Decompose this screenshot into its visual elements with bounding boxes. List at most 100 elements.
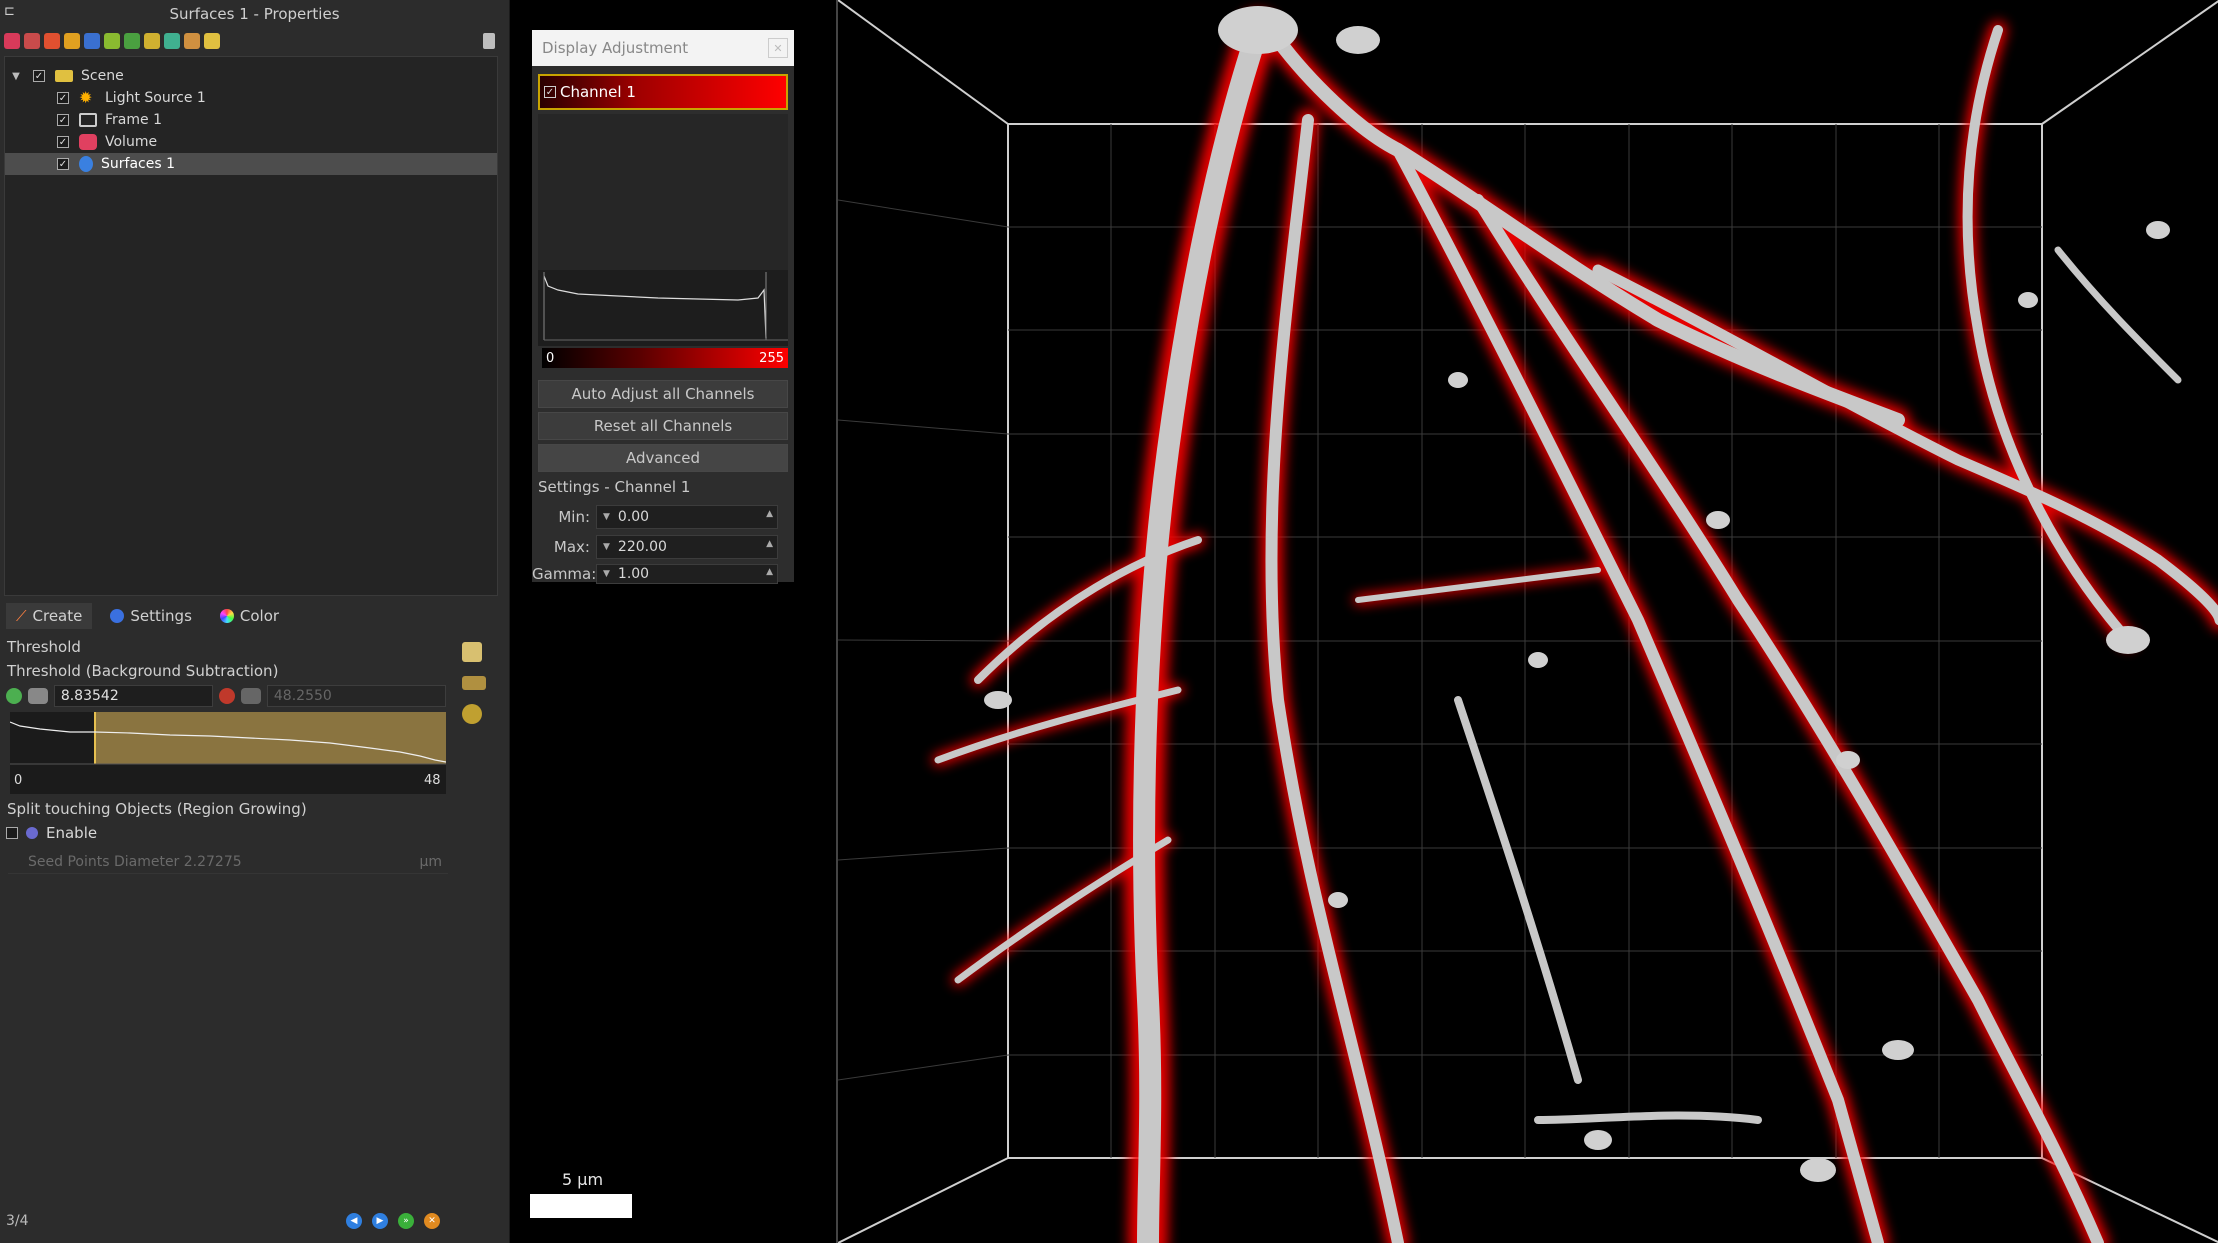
auto-threshold-high-icon[interactable] (240, 688, 261, 704)
tab-label: Create (32, 607, 83, 625)
high-threshold-input[interactable]: 48.2550 (266, 685, 447, 707)
enable-label: Enable (46, 824, 98, 842)
dropdown-icon[interactable]: ▼ (603, 542, 610, 552)
3d-viewer[interactable] (836, 0, 2218, 1243)
spinner-icon[interactable]: ▲ (766, 539, 773, 549)
checkbox[interactable]: ✓ (57, 92, 69, 104)
tab-label: Color (239, 607, 280, 625)
tree-item-frame[interactable]: ✓ Frame 1 (5, 109, 497, 131)
measure-icon[interactable] (144, 33, 160, 49)
low-threshold-input[interactable]: 8.83542 (53, 685, 214, 707)
render-canvas[interactable] (838, 0, 2218, 1243)
spinner-icon[interactable]: ▲ (766, 509, 773, 519)
seed-diameter-label: Seed Points Diameter 2.27275 (28, 853, 242, 870)
min-value: 0.00 (617, 509, 650, 525)
high-threshold-toggle-icon[interactable] (219, 688, 235, 704)
channel-histogram[interactable] (538, 270, 788, 346)
chevron-down-icon[interactable]: ▼ (9, 71, 23, 82)
max-label: Max: (553, 538, 590, 556)
channel-list-area (538, 114, 788, 270)
range-min-label: 0 (546, 350, 555, 366)
threshold-subtitle: Threshold (Background Subtraction) (7, 662, 279, 680)
advanced-button[interactable]: Advanced (538, 444, 788, 472)
close-icon[interactable]: ✕ (768, 38, 788, 58)
channel-row[interactable]: ✓ Channel 1 (538, 74, 788, 110)
gamma-input[interactable]: ▼ 1.00 ▲ (596, 564, 778, 584)
tab-settings[interactable]: Settings (100, 603, 202, 629)
tree-item-label: Scene (81, 68, 124, 84)
spots-icon[interactable] (64, 33, 80, 49)
min-input[interactable]: ▼ 0.00 ▲ (596, 505, 778, 529)
next-icon[interactable]: ▶ (372, 1213, 388, 1229)
auto-threshold-icon[interactable] (27, 688, 48, 704)
notebook-icon[interactable] (462, 642, 482, 662)
dropdown-icon[interactable]: ▼ (603, 512, 610, 522)
object-toolbar (0, 28, 509, 54)
favorite-icon[interactable] (462, 704, 482, 724)
collapse-icon[interactable]: ⊏ (4, 4, 15, 19)
gamma-label: Gamma: (532, 565, 597, 583)
panel-header: ⊏ Surfaces 1 - Properties (0, 0, 509, 28)
settings-icon (110, 609, 125, 623)
leaf-icon[interactable] (124, 33, 140, 49)
channel-label: Channel 1 (560, 83, 636, 101)
tab-create[interactable]: ⟋ Create (6, 603, 93, 629)
enable-row[interactable]: Enable (6, 824, 97, 842)
threshold-histogram[interactable]: 0 48 (9, 712, 447, 794)
display-adjustment-titlebar: Display Adjustment ✕ (532, 30, 794, 66)
checkbox[interactable]: ✓ (57, 136, 69, 148)
tab-color[interactable]: Color (210, 603, 289, 629)
wizard-step: 3/4 (6, 1213, 29, 1229)
panel-title: Surfaces 1 - Properties (169, 5, 340, 23)
finish-icon[interactable]: » (398, 1213, 414, 1229)
wand-icon: ⟋ (16, 607, 27, 625)
histogram-max-label: 48 (424, 773, 441, 788)
create-tab-body: Threshold Threshold (Background Subtract… (0, 634, 452, 1234)
folder-icon[interactable] (204, 33, 220, 49)
max-input[interactable]: ▼ 220.00 ▲ (596, 535, 778, 559)
volume-icon (79, 134, 97, 150)
channel-histogram-curve (543, 275, 767, 339)
channel-checkbox[interactable]: ✓ (544, 86, 556, 98)
tree-item-surfaces[interactable]: ✓ Surfaces 1 (5, 153, 497, 175)
low-threshold-toggle-icon[interactable] (6, 688, 22, 704)
checkbox[interactable]: ✓ (57, 114, 69, 126)
scene-tree: ▼ ✓ Scene ✓ ✹ Light Source 1 ✓ Frame 1 ✓… (4, 56, 498, 596)
frame-icon (79, 113, 97, 127)
enable-checkbox[interactable] (6, 827, 18, 839)
properties-panel: ⊏ Surfaces 1 - Properties ▼ ✓ Scene ✓ ✹ … (0, 0, 510, 1243)
reset-channels-button[interactable]: Reset all Channels (538, 412, 788, 440)
seed-diameter-row: Seed Points Diameter 2.27275 µm (8, 850, 448, 874)
tree-item-label: Light Source 1 (105, 90, 206, 106)
dropdown-icon[interactable]: ▼ (603, 569, 610, 579)
color-wheel-icon (219, 609, 234, 623)
tab-label: Settings (130, 607, 192, 625)
seed-diameter-unit: µm (419, 853, 442, 870)
tree-item-volume[interactable]: ✓ Volume (5, 131, 497, 153)
volume-glow (932, 10, 2218, 1243)
trash-icon[interactable] (483, 33, 495, 49)
filament-icon[interactable] (44, 33, 60, 49)
reference-icon[interactable] (164, 33, 180, 49)
checkbox[interactable]: ✓ (57, 158, 69, 170)
export-icon[interactable] (462, 676, 486, 690)
cells-icon[interactable] (84, 33, 100, 49)
min-label: Min: (558, 508, 590, 526)
previous-icon[interactable]: ◀ (346, 1213, 362, 1229)
cam-icon[interactable] (104, 33, 120, 49)
spinner-icon[interactable]: ▲ (766, 567, 773, 577)
threshold-row: 8.83542 48.2550 (6, 684, 447, 708)
wizard-nav: ◀ ▶ » ✕ (346, 1213, 440, 1229)
tree-item-light-source[interactable]: ✓ ✹ Light Source 1 (5, 87, 497, 109)
checkbox[interactable]: ✓ (33, 70, 45, 82)
tree-item-scene[interactable]: ▼ ✓ Scene (5, 65, 497, 87)
tab-bar: ⟋ Create Settings Color (0, 600, 510, 632)
threshold-title: Threshold (7, 638, 81, 656)
clipping-icon[interactable] (184, 33, 200, 49)
channel-range-bar[interactable]: 0 255 (542, 348, 788, 368)
surfaces-icon[interactable] (24, 33, 40, 49)
gamma-row: Gamma: ▼ 1.00 ▲ (532, 564, 794, 584)
auto-adjust-button[interactable]: Auto Adjust all Channels (538, 380, 788, 408)
cancel-icon[interactable]: ✕ (424, 1213, 440, 1229)
volume-icon[interactable] (4, 33, 20, 49)
